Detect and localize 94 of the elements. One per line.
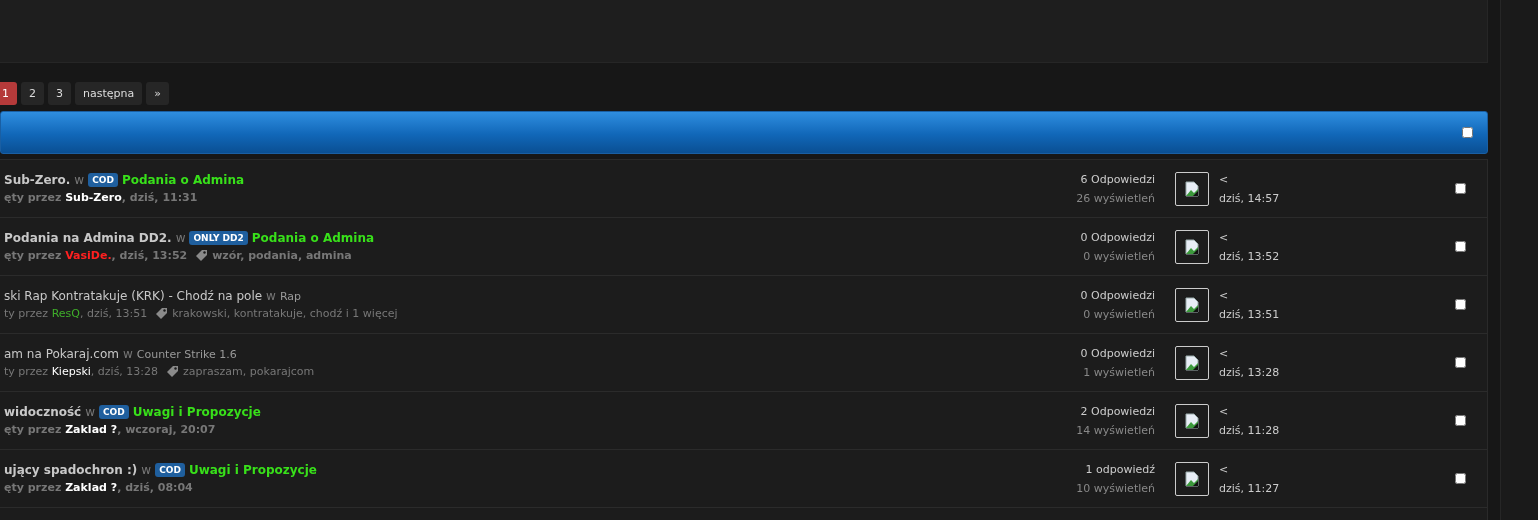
- avatar-frame[interactable]: [1175, 229, 1209, 264]
- row-checkbox[interactable]: [1454, 473, 1466, 484]
- thread-date: , dziś, 13:52: [111, 249, 188, 262]
- row-checkbox[interactable]: [1454, 241, 1466, 252]
- last-post-date: dziś, 11:28: [1219, 423, 1280, 437]
- thread-tags: krakowski, kontratakuje, chodź i 1 więcej: [172, 307, 398, 320]
- reply-count: 1 odpowiedź: [1085, 462, 1155, 476]
- started-by-label: ęty przez: [4, 423, 63, 436]
- row-checkbox[interactable]: [1454, 415, 1466, 426]
- row-checkbox[interactable]: [1454, 183, 1466, 194]
- started-by-label: ęty przez: [4, 249, 63, 262]
- thread-date: , dziś, 13:28: [90, 365, 159, 378]
- prefix-badge: COD: [88, 173, 118, 187]
- reply-count: 0 Odpowiedzi: [1080, 346, 1155, 360]
- started-by-label: ty przez: [4, 365, 50, 378]
- last-poster[interactable]: <: [1219, 230, 1280, 244]
- tag-icon: [155, 307, 169, 320]
- last-post-date: dziś, 13:51: [1219, 307, 1280, 321]
- author-link[interactable]: Zaklad ?: [65, 423, 118, 436]
- view-count: 0 wyświetleń: [1083, 307, 1155, 321]
- page-button[interactable]: następna: [75, 82, 143, 105]
- tag-icon: [195, 249, 209, 262]
- page-button[interactable]: 2: [21, 82, 44, 105]
- forum-link[interactable]: Counter Strike 1.6: [136, 347, 237, 361]
- view-count: 0 wyświetleń: [1083, 249, 1155, 263]
- last-post-date: dziś, 11:27: [1219, 481, 1280, 495]
- thread-title[interactable]: ujący spadochron :): [4, 463, 138, 477]
- row-checkbox[interactable]: [1454, 299, 1466, 310]
- author-link[interactable]: ResQ: [51, 307, 80, 320]
- prefix-badge: ONLY DD2: [189, 231, 248, 245]
- tag-icon: [166, 365, 180, 378]
- forum-link[interactable]: Podania o Admina: [251, 231, 375, 245]
- forum-link[interactable]: Uwagi i Propozycje: [132, 405, 261, 419]
- author-link[interactable]: Zaklad ?: [65, 481, 118, 494]
- avatar-frame[interactable]: [1175, 345, 1209, 380]
- view-count: 14 wyświetleń: [1076, 423, 1155, 437]
- thread-tags: zapraszam, pokarajcom: [183, 365, 315, 378]
- author-link[interactable]: Sub-Zero: [65, 191, 122, 204]
- author-link[interactable]: Kiepski: [51, 365, 91, 378]
- broken-image-icon: [1185, 470, 1199, 487]
- view-count: 26 wyświetleń: [1076, 191, 1155, 205]
- forum-link[interactable]: Podania o Admina: [121, 173, 245, 187]
- author-link[interactable]: VasiDe.: [65, 249, 112, 262]
- row-checkbox[interactable]: [1454, 357, 1466, 368]
- broken-image-icon: [1185, 296, 1199, 313]
- thread-title[interactable]: ski Rap Kontratakuje (KRK) - Chodź na pole: [4, 289, 263, 303]
- broken-image-icon: [1185, 412, 1199, 429]
- reply-count: 2 Odpowiedzi: [1080, 404, 1155, 418]
- avatar-frame[interactable]: [1175, 403, 1209, 438]
- avatar-frame[interactable]: [1175, 287, 1209, 322]
- thread-title[interactable]: Sub-Zero.: [4, 173, 71, 187]
- last-poster[interactable]: <: [1219, 172, 1280, 186]
- last-post-date: dziś, 13:28: [1219, 365, 1280, 379]
- last-poster[interactable]: <: [1219, 404, 1280, 418]
- forum-link[interactable]: Uwagi i Propozycje: [188, 463, 317, 477]
- broken-image-icon: [1185, 354, 1199, 371]
- thread-date: , dziś, 08:04: [117, 481, 193, 494]
- prefix-badge: COD: [99, 405, 129, 419]
- reply-count: 6 Odpowiedzi: [1080, 172, 1155, 186]
- broken-image-icon: [1185, 238, 1199, 255]
- last-post-date: dziś, 14:57: [1219, 191, 1280, 205]
- last-poster[interactable]: <: [1219, 288, 1280, 302]
- started-by-label: ęty przez: [4, 481, 63, 494]
- last-poster[interactable]: <: [1219, 346, 1280, 360]
- thread-title[interactable]: widoczność: [4, 405, 82, 419]
- in-label: w: [122, 347, 133, 361]
- thread-date: , wczoraj, 20:07: [117, 423, 216, 436]
- in-label: w: [85, 405, 95, 419]
- in-label: w: [175, 231, 186, 245]
- in-label: w: [141, 463, 152, 477]
- forum-link[interactable]: Rap: [279, 289, 302, 303]
- page-button[interactable]: 1: [0, 82, 17, 105]
- avatar-frame[interactable]: [1175, 461, 1209, 496]
- avatar-frame[interactable]: [1175, 171, 1209, 206]
- broken-image-icon: [1185, 180, 1199, 197]
- last-post-date: dziś, 13:52: [1219, 249, 1280, 263]
- page-button[interactable]: »: [146, 82, 169, 105]
- thread-title[interactable]: am na Pokaraj.com: [4, 347, 119, 361]
- reply-count: 0 Odpowiedzi: [1080, 230, 1155, 244]
- thread-date: , dziś, 13:51: [79, 307, 148, 320]
- reply-count: 0 Odpowiedzi: [1080, 288, 1155, 302]
- prefix-badge: COD: [155, 463, 185, 477]
- started-by-label: ty przez: [4, 307, 50, 320]
- in-label: w: [74, 173, 85, 187]
- thread-tags: wzór, podania, admina: [212, 249, 352, 262]
- view-count: 1 wyświetleń: [1083, 365, 1155, 379]
- select-all-checkbox[interactable]: [1462, 127, 1473, 138]
- started-by-label: ęty przez: [4, 191, 63, 204]
- thread-date: , dziś, 11:31: [121, 191, 198, 204]
- thread-title[interactable]: Podania na Admina DD2.: [4, 231, 172, 245]
- page-button[interactable]: 3: [48, 82, 71, 105]
- in-label: w: [266, 289, 276, 303]
- view-count: 10 wyświetleń: [1076, 481, 1155, 495]
- last-poster[interactable]: <: [1219, 462, 1280, 476]
